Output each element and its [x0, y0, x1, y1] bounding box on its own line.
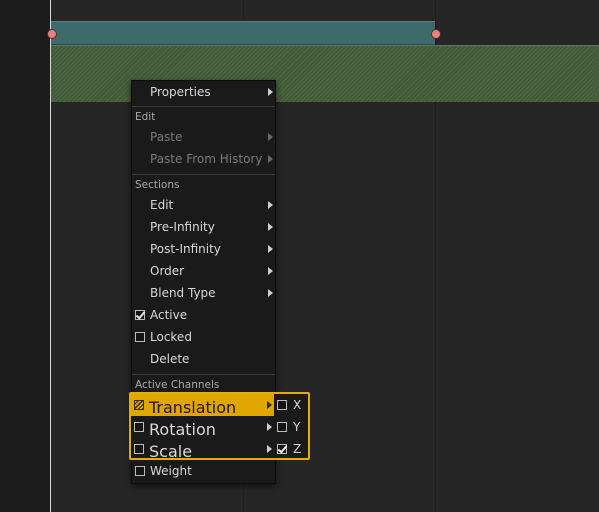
section-header-sections: Sections	[135, 179, 180, 191]
menu-item-label: Edit	[150, 198, 174, 212]
submenu-arrow-icon	[268, 155, 273, 163]
section-start-handle[interactable]	[47, 29, 57, 39]
submenu-arrow-icon	[268, 223, 273, 231]
section-header-edit: Edit	[135, 111, 156, 123]
menu-separator	[132, 374, 275, 375]
menu-item-blend-type[interactable]: Blend Type	[132, 282, 275, 304]
menu-item-label: Locked	[150, 330, 192, 344]
menu-item-label: Delete	[150, 352, 190, 366]
locked-checkbox[interactable]	[135, 332, 145, 342]
track-gutter	[0, 0, 50, 512]
menu-item-locked[interactable]: Locked	[132, 326, 275, 348]
menu-item-label: Paste From History	[150, 152, 263, 166]
section-bar[interactable]	[51, 21, 435, 45]
submenu-arrow-icon	[268, 245, 273, 253]
submenu-arrow-icon	[268, 289, 273, 297]
menu-item-label: Blend Type	[150, 286, 216, 300]
menu-item-label: Properties	[150, 85, 211, 99]
active-checkbox[interactable]	[135, 310, 145, 320]
menu-item-active[interactable]: Active	[132, 304, 275, 326]
menu-separator	[132, 174, 275, 175]
submenu-arrow-icon	[268, 267, 273, 275]
section-end-handle[interactable]	[431, 29, 441, 39]
menu-item-paste-from-history: Paste From History	[132, 148, 275, 170]
menu-item-delete[interactable]: Delete	[132, 348, 275, 370]
menu-item-properties[interactable]: Properties	[132, 81, 275, 103]
menu-item-label: Post-Infinity	[150, 242, 221, 256]
submenu-arrow-icon	[268, 88, 273, 96]
submenu-arrow-icon	[268, 133, 273, 141]
weight-checkbox[interactable]	[135, 466, 145, 476]
menu-item-pre-infinity[interactable]: Pre-Infinity	[132, 216, 275, 238]
menu-item-label: Paste	[150, 130, 183, 144]
menu-item-paste: Paste	[132, 126, 275, 148]
menu-item-post-infinity[interactable]: Post-Infinity	[132, 238, 275, 260]
menu-item-label: Active	[150, 308, 188, 322]
menu-item-order[interactable]: Order	[132, 260, 275, 282]
menu-item-label: Weight	[150, 464, 192, 478]
section-header-active-channels: Active Channels	[135, 379, 220, 391]
menu-item-label: Order	[150, 264, 185, 278]
menu-separator	[132, 106, 275, 107]
menu-item-weight[interactable]: Weight	[132, 460, 275, 482]
menu-item-edit[interactable]: Edit	[132, 194, 275, 216]
menu-item-label: Pre-Infinity	[150, 220, 215, 234]
channel-group-focus-border	[129, 392, 310, 460]
submenu-arrow-icon	[268, 201, 273, 209]
